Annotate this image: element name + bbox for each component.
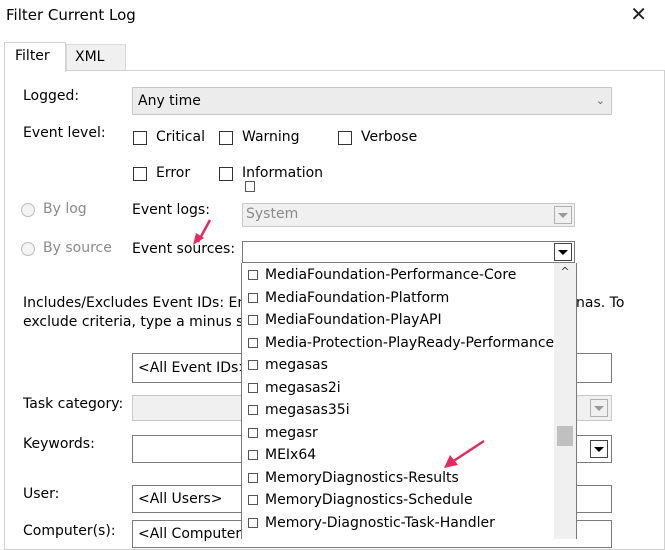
list-item[interactable]: MediaFoundation-PlayAPI bbox=[242, 309, 442, 331]
list-item[interactable]: Memory-Diagnostic-Task-Handler bbox=[242, 512, 495, 534]
information-checkbox[interactable] bbox=[219, 167, 233, 181]
verbose-label: Verbose bbox=[361, 129, 418, 145]
by-source-label: By source bbox=[43, 240, 112, 256]
chevron-down-icon bbox=[558, 249, 568, 255]
list-item[interactable]: MemoryDiagnostics-Schedule bbox=[242, 489, 473, 511]
user-label: User: bbox=[23, 486, 60, 502]
list-item-label: MediaFoundation-Platform bbox=[265, 290, 450, 306]
information-label: Information bbox=[242, 165, 324, 181]
event-sources-list[interactable]: MediaFoundation-Performance-Core MediaFo… bbox=[241, 263, 577, 539]
critical-checkbox[interactable] bbox=[133, 131, 147, 145]
checkbox-icon[interactable] bbox=[248, 405, 258, 415]
checkbox-icon[interactable] bbox=[248, 293, 258, 303]
checkbox-icon[interactable] bbox=[248, 360, 258, 370]
by-log-label: By log bbox=[43, 201, 87, 217]
event-logs-select[interactable]: System bbox=[242, 203, 575, 227]
list-item-label: MemoryDiagnostics-Schedule bbox=[265, 492, 473, 508]
event-level-label: Event level: bbox=[23, 125, 106, 141]
list-item-label: megasas bbox=[265, 357, 328, 373]
chevron-down-icon: ⌄ bbox=[595, 94, 605, 107]
chevron-down-icon bbox=[594, 446, 604, 452]
checkbox-icon[interactable] bbox=[248, 518, 258, 528]
tab-xml[interactable]: XML bbox=[66, 44, 126, 70]
task-category-label: Task category: bbox=[23, 396, 124, 412]
computers-label: Computer(s): bbox=[23, 523, 116, 539]
list-item[interactable]: megasas35i bbox=[242, 399, 350, 421]
cursor-icon bbox=[245, 181, 255, 192]
list-item-label: megasr bbox=[265, 425, 318, 441]
user-value: <All Users> bbox=[138, 491, 223, 507]
by-source-radio[interactable] bbox=[21, 242, 35, 256]
list-item[interactable]: megasas bbox=[242, 354, 328, 376]
checkbox-icon[interactable] bbox=[248, 270, 258, 280]
list-item-label: MediaFoundation-Performance-Core bbox=[265, 267, 517, 283]
checkbox-icon[interactable] bbox=[248, 338, 258, 348]
chevron-down-icon bbox=[594, 405, 604, 411]
list-item[interactable]: MediaFoundation-Performance-Core bbox=[242, 264, 516, 286]
list-scrollbar[interactable]: ^ bbox=[554, 263, 576, 539]
chevron-down-icon bbox=[558, 212, 568, 218]
keywords-dropdown-button[interactable] bbox=[590, 440, 608, 458]
includes-text-line2: exclude criteria, type a minus sigr bbox=[23, 314, 262, 330]
list-item-label: MediaFoundation-PlayAPI bbox=[265, 312, 442, 328]
scrollbar-thumb[interactable] bbox=[557, 426, 573, 446]
list-item-label: megasas35i bbox=[265, 402, 350, 418]
list-item-label: megasas2i bbox=[265, 380, 341, 396]
error-checkbox[interactable] bbox=[133, 167, 147, 181]
by-log-radio[interactable] bbox=[21, 203, 35, 217]
list-item[interactable]: megasr bbox=[242, 422, 318, 444]
checkbox-icon[interactable] bbox=[248, 383, 258, 393]
list-item[interactable]: MemoryDiagnostics-Results bbox=[242, 467, 459, 489]
annotation-arrow-icon bbox=[444, 439, 485, 468]
chevron-up-icon[interactable]: ^ bbox=[554, 265, 576, 278]
logged-label: Logged: bbox=[23, 88, 80, 104]
event-sources-select[interactable] bbox=[242, 241, 575, 263]
event-logs-value: System bbox=[246, 206, 299, 222]
annotation-arrow-icon bbox=[193, 219, 212, 245]
list-item[interactable]: Media-Protection-PlayReady-Performance bbox=[242, 332, 554, 354]
list-item[interactable]: megasas2i bbox=[242, 377, 341, 399]
window-title: Filter Current Log bbox=[6, 6, 136, 24]
list-item[interactable]: MEIx64 bbox=[242, 444, 316, 466]
checkbox-icon[interactable] bbox=[248, 315, 258, 325]
checkbox-icon[interactable] bbox=[248, 428, 258, 438]
keywords-label: Keywords: bbox=[23, 436, 95, 452]
critical-label: Critical bbox=[156, 129, 205, 145]
error-label: Error bbox=[156, 165, 191, 181]
checkbox-icon[interactable] bbox=[248, 473, 258, 483]
close-icon[interactable]: ✕ bbox=[630, 2, 647, 26]
event-ids-value: <All Event IDs> bbox=[138, 360, 251, 376]
logged-select[interactable]: Any time ⌄ bbox=[132, 87, 612, 115]
logged-value: Any time bbox=[138, 93, 201, 109]
checkbox-icon[interactable] bbox=[248, 450, 258, 460]
tab-filter[interactable]: Filter bbox=[4, 42, 66, 72]
warning-label: Warning bbox=[242, 129, 300, 145]
task-category-dropdown-button[interactable] bbox=[590, 399, 608, 417]
list-item-label: MEIx64 bbox=[265, 447, 317, 463]
checkbox-icon[interactable] bbox=[248, 495, 258, 505]
list-item[interactable]: MediaFoundation-Platform bbox=[242, 287, 449, 309]
event-logs-label: Event logs: bbox=[132, 202, 210, 218]
includes-text-line1-right: nas. To bbox=[576, 295, 625, 311]
verbose-checkbox[interactable] bbox=[338, 131, 352, 145]
list-item-label: Memory-Diagnostic-Task-Handler bbox=[265, 515, 495, 531]
includes-text-line1: Includes/Excludes Event IDs: Ente bbox=[23, 295, 261, 311]
warning-checkbox[interactable] bbox=[219, 131, 233, 145]
event-sources-dropdown-button[interactable] bbox=[554, 243, 572, 261]
event-logs-dropdown-button[interactable] bbox=[554, 206, 572, 224]
list-item-label: MemoryDiagnostics-Results bbox=[265, 470, 459, 486]
list-item-label: Media-Protection-PlayReady-Performance bbox=[265, 335, 555, 351]
